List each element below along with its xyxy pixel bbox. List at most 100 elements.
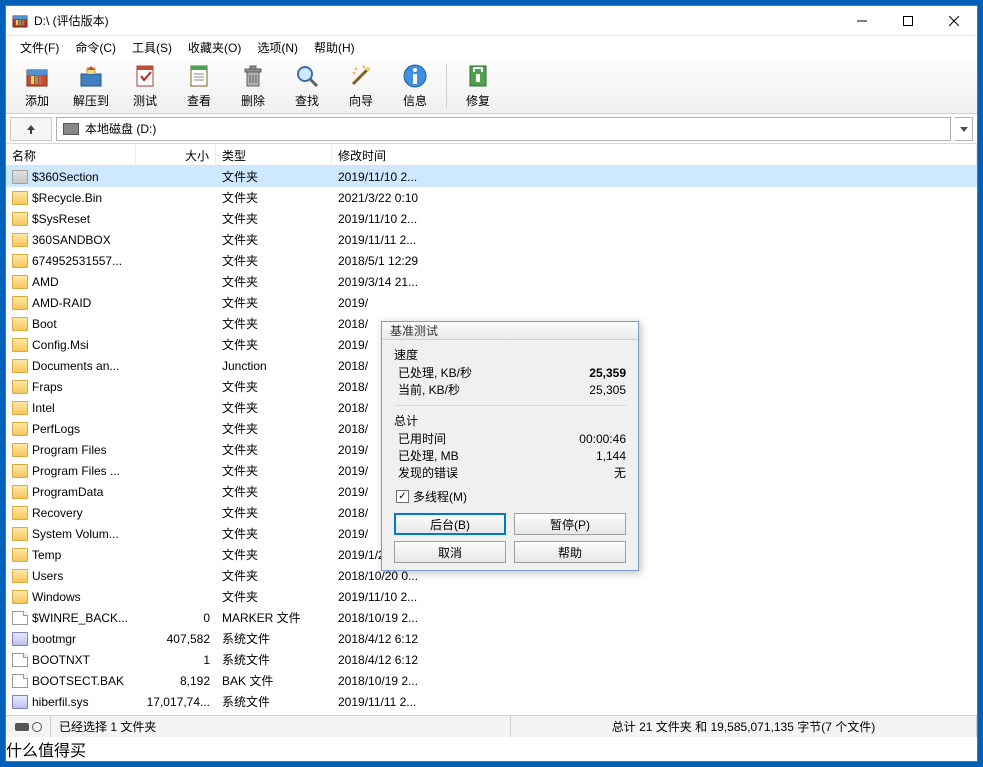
processed-mb-value: 1,144 [596,448,626,465]
menu-0[interactable]: 文件(F) [12,37,67,58]
menu-3[interactable]: 收藏夹(O) [180,37,249,58]
folder-icon [12,401,28,415]
titlebar: D:\ (评估版本) [6,6,977,36]
menu-2[interactable]: 工具(S) [124,37,180,58]
folder-icon [12,527,28,541]
path-combo[interactable]: 本地磁盘 (D:) [56,117,951,141]
file-icon [12,653,28,667]
toolbar-wizard-button[interactable]: 向导 [334,60,388,112]
status-total: 总计 21 文件夹 和 19,585,071,135 字节(7 个文件) [511,716,977,737]
cancel-button[interactable]: 取消 [394,541,506,563]
app-icon [12,13,28,29]
folder-icon [12,590,28,604]
folder-icon [12,422,28,436]
folder-icon [12,485,28,499]
folder-icon [12,506,28,520]
add-icon [23,62,51,90]
wizard-icon [347,62,375,90]
folder-icon [12,338,28,352]
toolbar-delete-button[interactable]: 删除 [226,60,280,112]
dialog-title: 基准测试 [382,322,638,340]
speed-header: 速度 [394,346,626,363]
test-icon [131,62,159,90]
up-arrow-icon [25,123,37,135]
folder-icon [12,443,28,457]
folder-icon [12,233,28,247]
up-button[interactable] [10,117,52,141]
list-item[interactable]: 674952531557...文件夹2018/5/1 12:29 [6,250,977,271]
info-icon [401,62,429,90]
current-kbs-label: 当前, KB/秒 [398,382,460,399]
repair-icon [464,62,492,90]
toolbar-info-button[interactable]: 信息 [388,60,442,112]
folder-icon [12,464,28,478]
menu-4[interactable]: 选项(N) [249,37,306,58]
column-headers: 名称 大小 类型 修改时间 [6,144,977,166]
sys-icon [12,632,28,646]
folder-icon [12,191,28,205]
elapsed-label: 已用时间 [398,431,446,448]
folder-icon [12,317,28,331]
drive-icon [63,123,79,135]
processed-kbs-label: 已处理, KB/秒 [398,365,472,382]
folder-icon [12,254,28,268]
list-item[interactable]: bootmgr407,582系统文件2018/4/12 6:12 [6,628,977,649]
folder-icon [12,296,28,310]
elapsed-value: 00:00:46 [579,431,626,448]
folder-icon [12,548,28,562]
processed-mb-label: 已处理, MB [398,448,459,465]
find-icon [293,62,321,90]
errors-value: 无 [614,465,626,482]
extract-icon [77,62,105,90]
help-button[interactable]: 帮助 [514,541,626,563]
status-selection: 已经选择 1 文件夹 [51,716,511,737]
list-item[interactable]: BOOTNXT1系统文件2018/4/12 6:12 [6,649,977,670]
list-item[interactable]: hiberfil.sys17,017,74...系统文件2019/11/11 2… [6,691,977,712]
list-item[interactable]: Windows文件夹2019/11/10 2... [6,586,977,607]
list-item[interactable]: $Recycle.Bin文件夹2021/3/22 0:10 [6,187,977,208]
toolbar-extract-button[interactable]: 解压到 [64,60,118,112]
main-window: D:\ (评估版本) 文件(F)命令(C)工具(S)收藏夹(O)选项(N)帮助(… [5,5,978,762]
list-item[interactable]: $360Section文件夹2019/11/10 2... [6,166,977,187]
toolbar-repair-button[interactable]: 修复 [451,60,505,112]
folder-grey-icon [12,170,28,184]
pause-button[interactable]: 暂停(P) [514,513,626,535]
menu-5[interactable]: 帮助(H) [306,37,363,58]
col-type[interactable]: 类型 [216,144,332,165]
list-item[interactable]: AMD文件夹2019/3/14 21... [6,271,977,292]
list-item[interactable]: $SysReset文件夹2019/11/10 2... [6,208,977,229]
processed-kbs-value: 25,359 [589,365,626,382]
close-button[interactable] [931,6,977,35]
benchmark-dialog: 基准测试 速度 已处理, KB/秒25,359 当前, KB/秒25,305 总… [381,321,639,571]
list-item[interactable]: BOOTSECT.BAK8,192BAK 文件2018/10/19 2... [6,670,977,691]
toolbar-add-button[interactable]: 添加 [10,60,64,112]
total-header: 总计 [394,412,626,429]
menubar: 文件(F)命令(C)工具(S)收藏夹(O)选项(N)帮助(H) [6,36,977,58]
background-button[interactable]: 后台(B) [394,513,506,535]
path-text: 本地磁盘 (D:) [85,120,156,137]
list-item[interactable]: $WINRE_BACK...0MARKER 文件2018/10/19 2... [6,607,977,628]
folder-icon [12,359,28,373]
file-icon [12,611,28,625]
menu-1[interactable]: 命令(C) [67,37,124,58]
col-name[interactable]: 名称 [6,144,136,165]
col-size[interactable]: 大小 [136,144,216,165]
toolbar-view-button[interactable]: 查看 [172,60,226,112]
multithread-label: 多线程(M) [413,488,467,505]
list-item[interactable]: 360SANDBOX文件夹2019/11/11 2... [6,229,977,250]
folder-icon [12,569,28,583]
toolbar-test-button[interactable]: 测试 [118,60,172,112]
col-date[interactable]: 修改时间 [332,144,977,165]
path-dropdown-button[interactable] [955,117,973,141]
toolbar-find-button[interactable]: 查找 [280,60,334,112]
multithread-checkbox[interactable]: ✓ 多线程(M) [396,488,626,505]
sys-icon [12,695,28,709]
list-item[interactable]: AMD-RAID文件夹2019/ [6,292,977,313]
view-icon [185,62,213,90]
minimize-button[interactable] [839,6,885,35]
folder-icon [12,380,28,394]
pathbar: 本地磁盘 (D:) [6,114,977,144]
maximize-button[interactable] [885,6,931,35]
statusbar: 已经选择 1 文件夹 总计 21 文件夹 和 19,585,071,135 字节… [6,715,977,737]
chevron-down-icon [960,125,968,133]
